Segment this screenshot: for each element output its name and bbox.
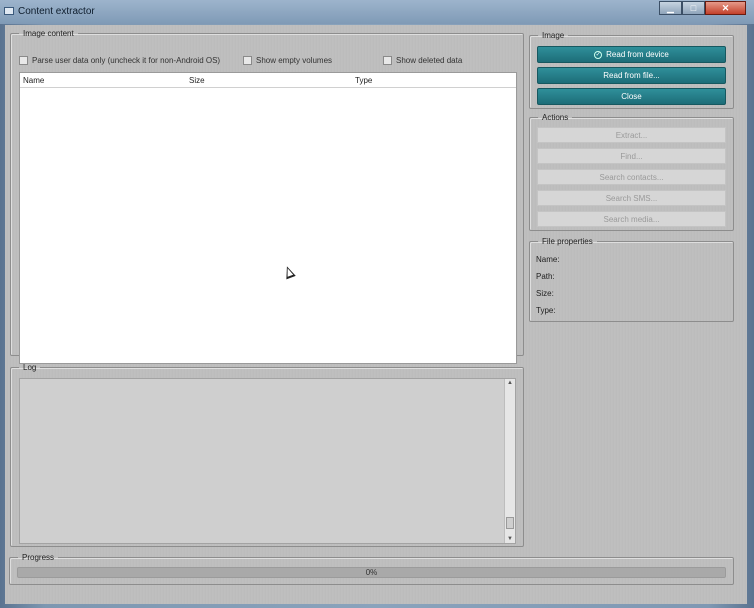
checkbox-label: Show deleted data	[396, 56, 463, 65]
title-bar: Content extractor ▁ □ ✕	[0, 0, 754, 24]
image-content-group: Image content Parse user data only (unch…	[10, 29, 524, 364]
app-window: Content extractor ▁ □ ✕ Image content Pa…	[0, 0, 754, 608]
window-controls: ▁ □ ✕	[659, 1, 746, 15]
close-button[interactable]: Close	[537, 88, 726, 105]
scroll-up-icon[interactable]: ▲	[507, 380, 513, 386]
actions-group: Actions Extract... Find... Search contac…	[529, 113, 734, 231]
log-scrollbar[interactable]: ▲ ▼	[504, 379, 515, 543]
image-legend: Image	[542, 31, 565, 40]
scroll-down-icon[interactable]: ▼	[507, 536, 513, 542]
column-header-size[interactable]: Size	[189, 76, 205, 85]
file-properties-legend: File properties	[542, 237, 593, 246]
progress-group: Progress 0%	[9, 553, 734, 585]
progress-bar: 0%	[17, 567, 726, 578]
column-header-name[interactable]: Name	[23, 76, 44, 85]
minimize-button[interactable]: ▁	[659, 1, 682, 15]
image-content-legend: Image content	[23, 29, 74, 38]
log-group: Log ▲ ▼	[10, 363, 524, 547]
find-button[interactable]: Find...	[537, 148, 726, 164]
checkbox-label: Show empty volumes	[256, 56, 333, 65]
parse-user-data-checkbox[interactable]: Parse user data only (uncheck it for non…	[19, 56, 220, 65]
checkbox-box[interactable]	[19, 56, 28, 65]
app-icon	[4, 7, 14, 15]
maximize-button[interactable]: □	[682, 1, 705, 15]
column-header-type[interactable]: Type	[355, 76, 372, 85]
extract-button[interactable]: Extract...	[537, 127, 726, 143]
search-contacts-button[interactable]: Search contacts...	[537, 169, 726, 185]
property-size-label: Size:	[536, 289, 554, 298]
actions-legend: Actions	[542, 113, 569, 122]
image-group: Image ✓ Read from device Read from file.…	[529, 31, 734, 109]
checkbox-box[interactable]	[383, 56, 392, 65]
show-empty-volumes-checkbox[interactable]: Show empty volumes	[243, 56, 332, 65]
table-header: Name Size Type	[20, 73, 516, 88]
file-properties-group: File properties Name: Path: Size: Type:	[529, 237, 734, 322]
log-legend: Log	[23, 363, 37, 372]
checkbox-box[interactable]	[243, 56, 252, 65]
search-media-button[interactable]: Search media...	[537, 211, 726, 227]
check-circle-icon: ✓	[594, 50, 603, 59]
checkbox-label: Parse user data only (uncheck it for non…	[32, 56, 221, 65]
close-window-button[interactable]: ✕	[705, 1, 746, 15]
read-from-device-button[interactable]: ✓ Read from device	[537, 46, 726, 63]
image-content-table[interactable]: Name Size Type	[19, 72, 517, 364]
read-from-device-label: Read from device	[606, 50, 669, 59]
property-type-label: Type:	[536, 306, 556, 315]
search-sms-button[interactable]: Search SMS...	[537, 190, 726, 206]
client-area: Image content Parse user data only (unch…	[5, 25, 747, 604]
window-title: Content extractor	[18, 6, 95, 17]
progress-legend: Progress	[22, 553, 55, 562]
property-name-label: Name:	[536, 255, 560, 264]
scroll-thumb[interactable]	[506, 517, 514, 529]
show-deleted-data-checkbox[interactable]: Show deleted data	[383, 56, 462, 65]
log-text-area[interactable]: ▲ ▼	[19, 378, 516, 544]
property-path-label: Path:	[536, 272, 555, 281]
read-from-file-button[interactable]: Read from file...	[537, 67, 726, 84]
progress-text: 0%	[365, 568, 378, 577]
